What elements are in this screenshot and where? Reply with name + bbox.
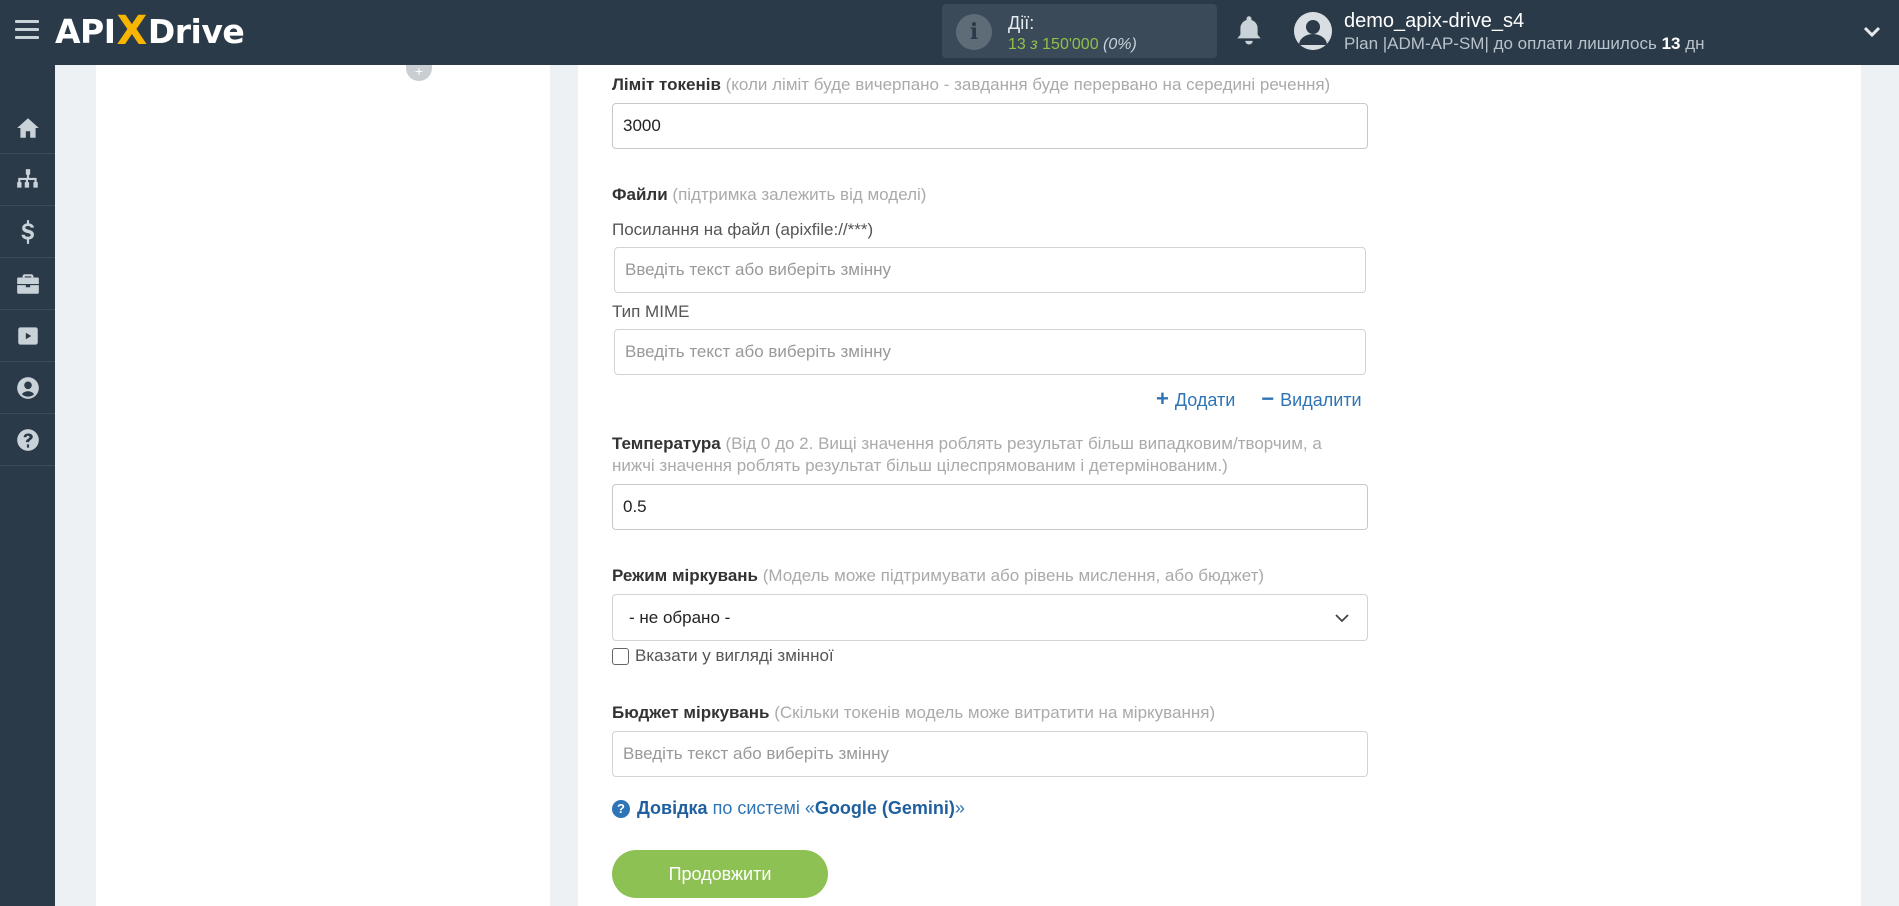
continue-button[interactable]: Продовжити [612, 850, 828, 898]
remove-file-button[interactable]: − Видалити [1261, 388, 1361, 411]
temperature-label: Температура (Від 0 до 2. Вищі значення р… [612, 434, 1322, 453]
help-icon [16, 428, 39, 451]
chevron-down-icon[interactable] [1862, 22, 1882, 42]
add-file-button[interactable]: + Додати [1156, 388, 1235, 411]
user-circle-icon [16, 376, 39, 399]
sitemap-icon [16, 168, 38, 188]
actions-value: 13 з 150'000 (0%) [1008, 36, 1137, 53]
sidebar-item-home[interactable] [0, 102, 55, 154]
sidebar-item-help[interactable] [0, 414, 55, 466]
file-actions: + Додати − Видалити [1156, 388, 1362, 411]
actions-counter[interactable]: i Дії: 13 з 150'000 (0%) [942, 4, 1217, 58]
actions-title: Дії: [1008, 13, 1035, 33]
as-variable-checkbox[interactable] [612, 647, 629, 665]
file-link-input[interactable]: Введіть текст або виберіть змінну [614, 247, 1366, 293]
sidebar-item-account[interactable] [0, 362, 55, 414]
youtube-icon [17, 326, 38, 345]
chevron-down-icon [1335, 614, 1349, 623]
token-limit-label: Ліміт токенів (коли ліміт буде вичерпано… [612, 75, 1331, 94]
question-icon: ? [612, 799, 630, 818]
mime-type-label: Тип MIME [612, 302, 690, 321]
files-label: Файли (підтримка залежить від моделі) [612, 185, 927, 204]
help-link-row[interactable]: ? Довідка по системі «Google (Gemini)» [612, 798, 965, 819]
home-icon [16, 117, 39, 138]
reasoning-budget-input[interactable]: Введіть текст або виберіть змінну [612, 731, 1368, 777]
menu-icon[interactable] [15, 20, 39, 42]
sidebar-item-connections[interactable] [0, 154, 55, 206]
mime-type-input[interactable]: Введіть текст або виберіть змінну [614, 329, 1366, 375]
reasoning-mode-select[interactable]: - не обрано - [612, 594, 1368, 641]
top-bar: API X Drive i Дії: 13 з 150'000 (0%) demo_… [0, 0, 1899, 65]
left-panel: + [96, 64, 550, 906]
add-node-icon[interactable]: + [406, 64, 432, 81]
sidebar-item-projects[interactable] [0, 258, 55, 310]
temperature-input[interactable]: 0.5 [612, 484, 1368, 530]
dollar-icon [21, 219, 34, 244]
user-plan: Plan |ADM-AP-SM| до оплати лишилось 13 д… [1344, 34, 1705, 53]
user-name[interactable]: demo_apix-drive_s4 [1344, 10, 1524, 33]
as-variable-row: Вказати у вигляді змінної [612, 646, 834, 666]
bell-icon[interactable] [1234, 15, 1264, 47]
apixdrive-logo[interactable]: API X Drive [55, 8, 245, 54]
info-icon: i [956, 14, 992, 50]
sidebar-item-billing[interactable] [0, 206, 55, 258]
briefcase-icon [16, 273, 39, 294]
sidebar [0, 65, 55, 906]
token-limit-input[interactable]: 3000 [612, 103, 1368, 149]
temperature-hint: нижчі значення роблять результат більш ц… [612, 456, 1228, 475]
sidebar-item-video[interactable] [0, 310, 55, 362]
avatar[interactable] [1294, 12, 1332, 50]
reasoning-mode-label: Режим міркувань (Модель може підтримуват… [612, 566, 1265, 585]
file-link-label: Посилання на файл (apixfile://***) [612, 220, 874, 239]
reasoning-budget-label: Бюджет міркувань (Скільки токенів модель… [612, 703, 1216, 722]
